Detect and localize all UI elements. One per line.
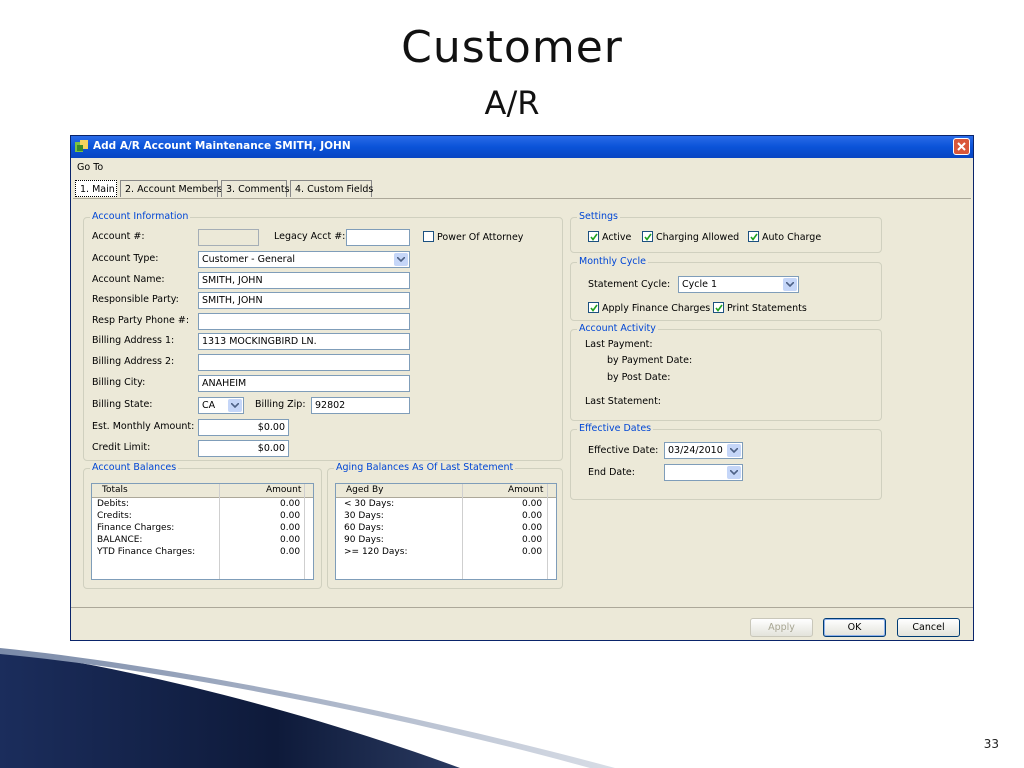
window-titlebar[interactable]: Add A/R Account Maintenance SMITH, JOHN [71, 136, 973, 158]
billing-zip-label: Billing Zip: [255, 399, 306, 410]
close-button[interactable] [953, 138, 970, 155]
slide-title: Customer [401, 22, 623, 73]
print-statements-checkbox[interactable]: Print Statements [713, 302, 807, 314]
aging-balances-group: Aging Balances As Of Last Statement Aged… [327, 462, 563, 589]
group-title: Account Information [90, 211, 191, 222]
last-statement-label: Last Statement: [585, 396, 661, 407]
ar-account-window: Add A/R Account Maintenance SMITH, JOHN … [70, 135, 974, 641]
chevron-down-icon[interactable] [228, 399, 242, 412]
legacy-acct-label: Legacy Acct #: [274, 231, 346, 242]
account-type-select[interactable]: Customer - General [198, 251, 410, 268]
column-header-amount[interactable]: Amount [508, 485, 543, 495]
group-title: Monthly Cycle [577, 256, 649, 267]
chevron-down-icon[interactable] [394, 253, 408, 266]
last-payment-label: Last Payment: [585, 339, 653, 350]
billing-address-1-label: Billing Address 1: [92, 335, 175, 346]
resp-party-phone-input[interactable] [198, 313, 410, 330]
tab-account-members[interactable]: 2. Account Members [120, 180, 223, 197]
billing-address-1-input[interactable]: 1313 MOCKINGBIRD LN. [198, 333, 410, 350]
by-payment-date-label: by Payment Date: [607, 355, 693, 366]
slide-number: 33 [983, 737, 999, 751]
menu-bar: Go To [77, 162, 103, 173]
close-icon [957, 142, 966, 151]
billing-city-label: Billing City: [92, 377, 146, 388]
billing-state-label: Billing State: [92, 399, 153, 410]
checkmark-icon [713, 302, 724, 313]
column-header-totals[interactable]: Totals [102, 485, 128, 495]
auto-charge-checkbox[interactable]: Auto Charge [748, 231, 821, 243]
charging-allowed-checkbox[interactable]: Charging Allowed [642, 231, 739, 243]
decorative-swoosh [0, 648, 615, 768]
effective-date-label: Effective Date: [588, 445, 659, 456]
chevron-down-icon[interactable] [783, 278, 797, 291]
group-title: Effective Dates [577, 423, 654, 434]
account-information-group: Account Information Account #: Legacy Ac… [83, 211, 563, 461]
table-header: Aged By Amount [336, 484, 556, 498]
credit-limit-label: Credit Limit: [92, 442, 151, 453]
account-name-input[interactable]: SMITH, JOHN [198, 272, 410, 289]
credit-limit-input[interactable]: $0.00 [198, 440, 289, 457]
app-icon [75, 140, 89, 153]
resp-party-phone-label: Resp Party Phone #: [92, 315, 190, 326]
checkmark-icon [588, 231, 599, 242]
tab-comments[interactable]: 3. Comments [221, 180, 290, 197]
end-date-picker[interactable] [664, 464, 743, 481]
group-title: Aging Balances As Of Last Statement [334, 462, 516, 473]
est-monthly-amount-label: Est. Monthly Amount: [92, 421, 195, 432]
group-title: Account Activity [577, 323, 658, 334]
responsible-party-label: Responsible Party: [92, 294, 179, 305]
column-header-aged-by[interactable]: Aged By [346, 485, 383, 495]
group-title: Account Balances [90, 462, 179, 473]
tab-main[interactable]: 1. Main [75, 180, 117, 197]
statement-cycle-label: Statement Cycle: [588, 279, 671, 290]
tab-custom-fields[interactable]: 4. Custom Fields [290, 180, 373, 197]
window-title: Add A/R Account Maintenance SMITH, JOHN [93, 140, 351, 152]
effective-date-picker[interactable]: 03/24/2010 [664, 442, 743, 459]
active-checkbox[interactable]: Active [588, 231, 631, 243]
checkmark-icon [642, 231, 653, 242]
group-title: Settings [577, 211, 620, 222]
effective-dates-group: Effective Dates Effective Date: 03/24/20… [570, 423, 882, 500]
settings-group: Settings Active Charging Allowed Auto Ch… [570, 211, 882, 253]
chevron-down-icon[interactable] [727, 466, 741, 479]
responsible-party-input[interactable]: SMITH, JOHN [198, 292, 410, 309]
end-date-label: End Date: [588, 467, 635, 478]
checkmark-icon [748, 231, 759, 242]
account-balances-table: Totals Amount Debits: 0.00 Credits: 0.00 F… [91, 483, 314, 580]
power-of-attorney-checkbox[interactable]: Power Of Attorney [423, 231, 523, 243]
billing-state-select[interactable]: CA [198, 397, 244, 414]
ok-button[interactable]: OK [823, 618, 886, 637]
account-name-label: Account Name: [92, 274, 165, 285]
column-header-amount[interactable]: Amount [266, 485, 301, 495]
monthly-cycle-group: Monthly Cycle Statement Cycle: Cycle 1 A… [570, 256, 882, 321]
aging-balances-table: Aged By Amount < 30 Days: 0.00 30 Days: 0.… [335, 483, 557, 580]
account-number-label: Account #: [92, 231, 145, 242]
statement-cycle-select[interactable]: Cycle 1 [678, 276, 799, 293]
table-header: Totals Amount [92, 484, 313, 498]
checkbox-unchecked-icon [423, 231, 434, 242]
apply-finance-charges-checkbox[interactable]: Apply Finance Charges [588, 302, 710, 314]
billing-address-2-input[interactable] [198, 354, 410, 371]
account-number-field [198, 229, 259, 246]
apply-button[interactable]: Apply [750, 618, 813, 637]
checkmark-icon [588, 302, 599, 313]
account-activity-group: Account Activity Last Payment: by Paymen… [570, 323, 882, 421]
account-type-label: Account Type: [92, 253, 159, 264]
est-monthly-amount-input[interactable]: $0.00 [198, 419, 289, 436]
billing-address-2-label: Billing Address 2: [92, 356, 175, 367]
chevron-down-icon[interactable] [727, 444, 741, 457]
cancel-button[interactable]: Cancel [897, 618, 960, 637]
billing-city-input[interactable]: ANAHEIM [198, 375, 410, 392]
account-balances-group: Account Balances Totals Amount Debits: 0.… [83, 462, 322, 589]
billing-zip-input[interactable]: 92802 [311, 397, 410, 414]
slide-subtitle: A/R [484, 84, 540, 122]
menu-goto[interactable]: Go To [77, 162, 103, 173]
by-post-date-label: by Post Date: [607, 372, 671, 383]
legacy-acct-input[interactable] [346, 229, 410, 246]
